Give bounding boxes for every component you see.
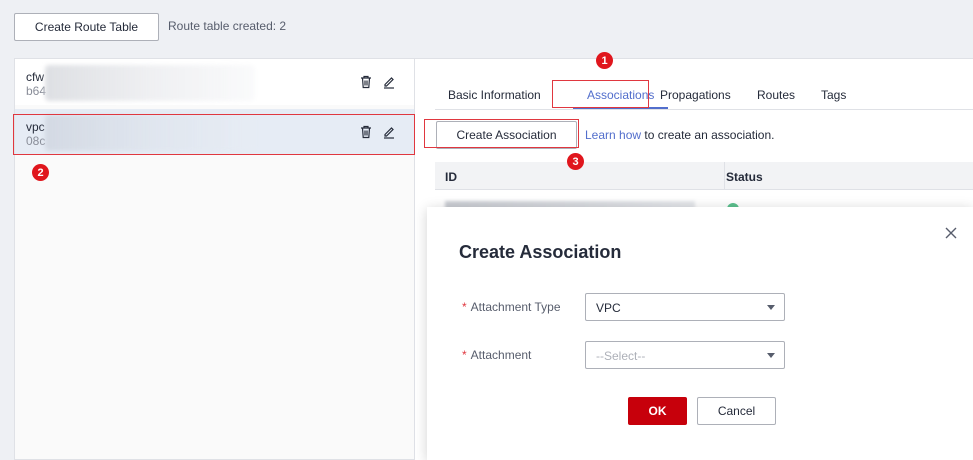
associations-table-header: ID Status: [435, 162, 973, 190]
learn-how-link[interactable]: Learn how: [585, 128, 641, 142]
attachment-label: * Attachment: [462, 348, 532, 362]
ok-button[interactable]: OK: [628, 397, 687, 425]
attachment-placeholder: --Select--: [596, 349, 646, 363]
detail-tabs: Basic Information Associations Propagati…: [435, 79, 973, 110]
required-mark: *: [462, 348, 467, 362]
attachment-type-label: * Attachment Type: [462, 300, 561, 314]
chevron-down-icon: [767, 305, 775, 310]
learn-how-suffix: to create an association.: [641, 128, 775, 142]
redacted-region: [45, 65, 255, 101]
route-table-name: cfw: [26, 70, 44, 84]
highlight-route-table-item: [13, 114, 415, 155]
highlight-create-association-button: [424, 119, 579, 148]
column-divider: [724, 162, 725, 190]
attachment-select[interactable]: --Select--: [585, 341, 785, 369]
trash-icon[interactable]: [358, 74, 374, 90]
step-badge-2: 2: [32, 164, 49, 181]
create-association-dialog: Create Association * Attachment Type VPC …: [427, 207, 973, 460]
top-toolbar: Create Route Table Route table created: …: [0, 0, 973, 56]
cancel-button[interactable]: Cancel: [697, 397, 776, 425]
tab-basic-information[interactable]: Basic Information: [448, 88, 541, 102]
tab-propagations[interactable]: Propagations: [660, 88, 731, 102]
attachment-type-select[interactable]: VPC: [585, 293, 785, 321]
tab-routes[interactable]: Routes: [757, 88, 795, 102]
highlight-associations-tab: [552, 80, 649, 108]
route-table-item-cfw[interactable]: cfw b64: [15, 59, 414, 105]
route-table-id: b64: [26, 84, 47, 98]
step-badge-1: 1: [596, 52, 613, 69]
route-table-count: Route table created: 2: [168, 19, 287, 33]
chevron-down-icon: [767, 353, 775, 358]
learn-how-text: Learn how to create an association.: [585, 128, 774, 142]
close-icon[interactable]: [943, 225, 959, 241]
page: Create Route Table Route table created: …: [0, 0, 973, 460]
column-id: ID: [445, 170, 457, 184]
required-mark: *: [462, 300, 467, 314]
dialog-title: Create Association: [459, 242, 622, 262]
pencil-icon[interactable]: [381, 74, 397, 90]
tab-tags[interactable]: Tags: [821, 88, 846, 102]
step-badge-3: 3: [567, 153, 584, 170]
column-status: Status: [726, 170, 763, 184]
attachment-type-value: VPC: [596, 301, 621, 315]
create-route-table-button[interactable]: Create Route Table: [14, 13, 159, 41]
